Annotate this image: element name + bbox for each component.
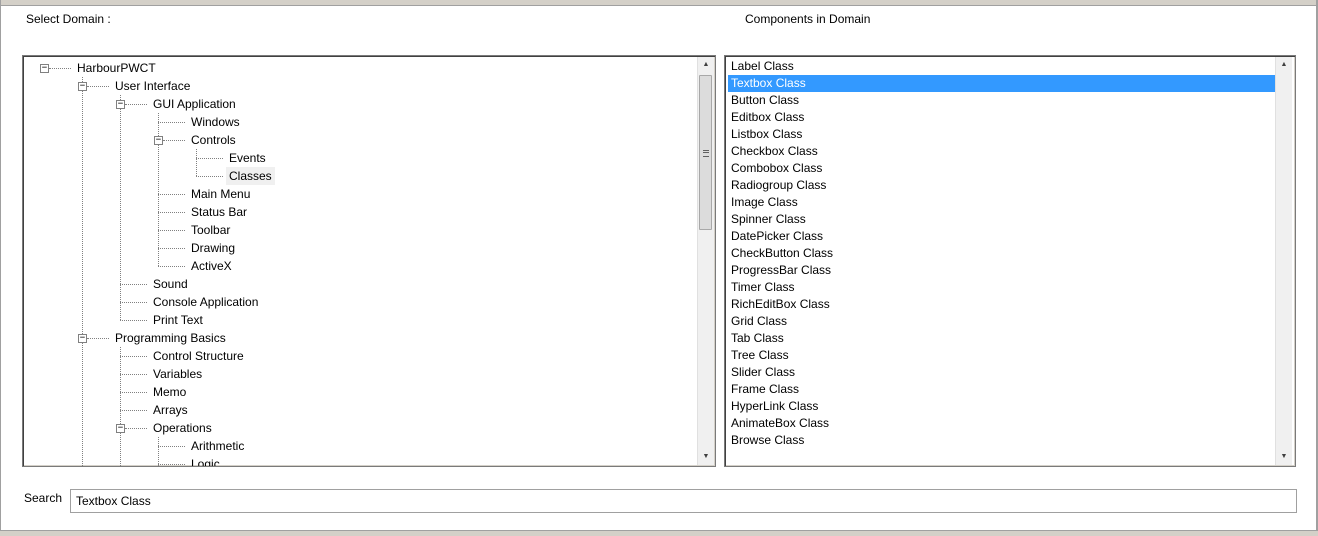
tree-node[interactable]: HarbourPWCT [74,59,159,77]
components-list[interactable]: Label Class Textbox Class Button Class Edit… [724,55,1296,467]
tree-node[interactable]: User Interface [112,77,193,95]
tree-connector [120,302,147,303]
list-item[interactable]: Label Class [728,58,1275,75]
list-item[interactable]: DatePicker Class [728,228,1275,245]
list-item[interactable]: CheckButton Class [728,245,1275,262]
tree-connector [125,428,147,429]
window-top-frame [0,0,1318,6]
scroll-up-arrow-icon[interactable]: ▲ [698,57,714,73]
list-item[interactable]: ProgressBar Class [728,262,1275,279]
collapse-minus-icon[interactable]: − [154,136,163,145]
tree-connector [196,158,223,159]
list-item[interactable]: HyperLink Class [728,398,1275,415]
tree-node[interactable]: GUI Application [150,95,239,113]
tree-node[interactable]: Memo [150,383,189,401]
list-item[interactable]: Button Class [728,92,1275,109]
tree-node[interactable]: Windows [188,113,243,131]
tree-connector [87,338,109,339]
tree-connector [163,140,185,141]
list-item[interactable]: Radiogroup Class [728,177,1275,194]
search-label: Search [24,491,63,505]
collapse-minus-icon[interactable]: − [78,82,87,91]
list-item[interactable]: RichEditBox Class [728,296,1275,313]
select-domain-label: Select Domain : [26,12,111,26]
scroll-up-arrow-icon[interactable]: ▲ [1276,57,1292,73]
list-item[interactable]: Spinner Class [728,211,1275,228]
list-item[interactable]: Grid Class [728,313,1275,330]
list-item[interactable]: Listbox Class [728,126,1275,143]
tree-node[interactable]: Main Menu [188,185,253,203]
list-item[interactable]: Combobox Class [728,160,1275,177]
tree-node[interactable]: Toolbar [188,221,233,239]
tree-connector [120,95,121,320]
collapse-minus-icon[interactable]: − [78,334,87,343]
tree-node[interactable]: Logic [188,455,223,466]
tree-connector [120,410,147,411]
list-item[interactable]: Slider Class [728,364,1275,381]
tree-connector [196,176,223,177]
window-left-border [0,0,1,535]
tree-node[interactable]: Drawing [188,239,238,257]
window-bottom-frame [0,530,1318,536]
tree-connector [158,230,185,231]
tree-node[interactable]: Classes [226,167,275,185]
tree-node[interactable]: ActiveX [188,257,235,275]
tree-connector [158,248,185,249]
tree-connector [120,356,147,357]
tree-node[interactable]: Variables [150,365,205,383]
tree-connector [120,320,147,321]
tree-connector [82,77,83,466]
tree-connector [158,446,185,447]
scroll-down-arrow-icon[interactable]: ▼ [1276,449,1292,465]
tree-node[interactable]: Console Application [150,293,261,311]
tree-connector [196,149,197,176]
tree-node[interactable]: Print Text [150,311,206,329]
tree-connector [158,194,185,195]
scroll-grip-icon [703,150,709,157]
tree-connector [125,104,147,105]
tree-node[interactable]: Events [226,149,269,167]
list-item[interactable]: Checkbox Class [728,143,1275,160]
collapse-minus-icon[interactable]: − [40,64,49,73]
tree-connector [120,374,147,375]
tree-scrollbar[interactable]: ▲ ▼ [697,57,714,465]
scroll-down-arrow-icon[interactable]: ▼ [698,449,714,465]
collapse-minus-icon[interactable]: − [116,100,125,109]
tree-node[interactable]: Operations [150,419,215,437]
components-scrollbar[interactable]: ▲ ▼ [1275,57,1292,465]
domain-tree[interactable]: − HarbourPWCT − User Interface − GUI Applicat… [22,55,716,467]
domain-tree-content: − HarbourPWCT − User Interface − GUI Applicat… [23,56,695,466]
list-item[interactable]: Tab Class [728,330,1275,347]
tree-connector [87,86,109,87]
tree-connector [49,68,71,69]
tree-connector [158,122,185,123]
tree-scrollbar-thumb[interactable] [699,75,712,230]
components-in-domain-label: Components in Domain [745,12,871,26]
list-item[interactable]: Frame Class [728,381,1275,398]
tree-connector [158,212,185,213]
collapse-minus-icon[interactable]: − [116,424,125,433]
tree-connector [120,284,147,285]
search-input[interactable] [70,489,1297,513]
list-item[interactable]: AnimateBox Class [728,415,1275,432]
tree-node[interactable]: Arithmetic [188,437,247,455]
list-item[interactable]: Timer Class [728,279,1275,296]
tree-connector [120,392,147,393]
list-item[interactable]: Image Class [728,194,1275,211]
list-item[interactable]: Tree Class [728,347,1275,364]
tree-node[interactable]: Programming Basics [112,329,229,347]
tree-node[interactable]: Arrays [150,401,191,419]
tree-connector [158,437,159,466]
tree-node[interactable]: Control Structure [150,347,247,365]
tree-node[interactable]: Status Bar [188,203,250,221]
list-item[interactable]: Textbox Class [728,75,1275,92]
list-item[interactable]: Editbox Class [728,109,1275,126]
list-item[interactable]: Browse Class [728,432,1275,449]
tree-node[interactable]: Sound [150,275,191,293]
tree-connector [120,347,121,466]
tree-connector [158,266,185,267]
tree-connector [158,464,185,465]
tree-node[interactable]: Controls [188,131,239,149]
